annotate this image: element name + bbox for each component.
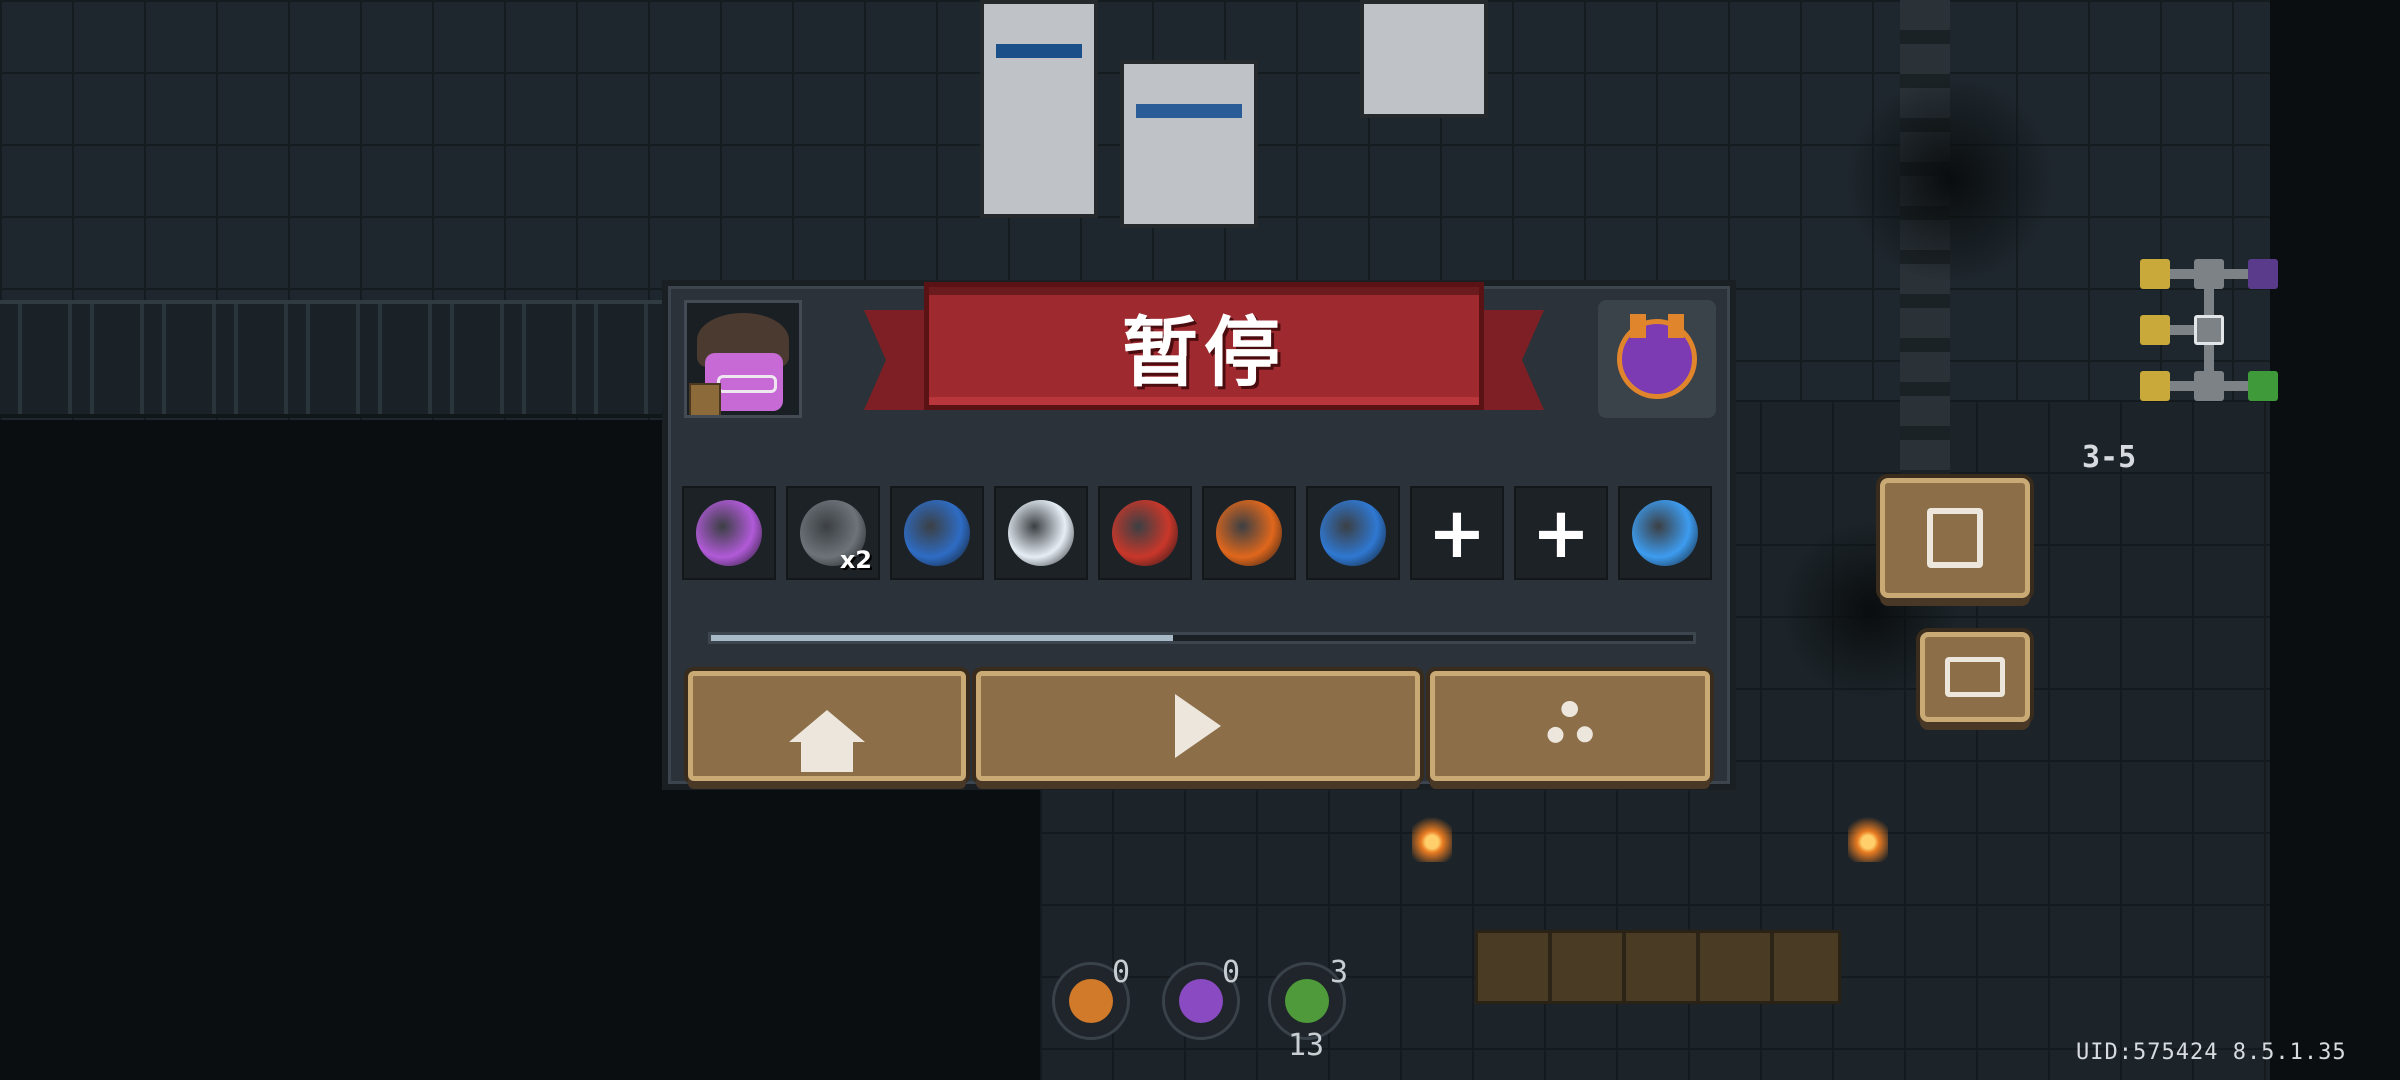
red-slash-icon — [1112, 500, 1178, 566]
torch-icon — [1848, 812, 1888, 862]
shield-shards-icon — [904, 500, 970, 566]
plus-icon: + — [1427, 492, 1487, 574]
skill-slot[interactable] — [1306, 486, 1400, 580]
rank-badge-icon — [689, 383, 721, 415]
level-progress-fill — [711, 635, 1173, 641]
armor-resource-count: 3 — [1330, 955, 1349, 990]
torch-icon — [1412, 812, 1452, 862]
level-label: 3-5 — [2082, 440, 2137, 475]
pause-button-row — [688, 671, 1710, 781]
skill-stack-count: x2 — [839, 546, 872, 574]
frost-shield-icon — [1008, 500, 1074, 566]
profile-card-button[interactable] — [1920, 632, 2030, 722]
skill-slot[interactable] — [890, 486, 984, 580]
skill-buff-row: x2 + + — [682, 486, 1712, 580]
skill-slot[interactable] — [1098, 486, 1192, 580]
pause-title: 暂停 — [1122, 308, 1286, 397]
gear-icon — [1545, 701, 1595, 751]
armor-resource-subcount: 13 — [1288, 1028, 1325, 1063]
bush-shadow — [1840, 80, 2060, 280]
mind-boost-icon — [1632, 500, 1698, 566]
play-icon — [1175, 694, 1221, 758]
level-progress-bar — [708, 632, 1696, 644]
home-icon — [789, 710, 865, 772]
aura-helmet-icon — [696, 500, 762, 566]
helmet-resource-count: 0 — [1222, 955, 1241, 990]
skill-slot[interactable] — [994, 486, 1088, 580]
dungeon-wall — [0, 300, 680, 418]
knight-sprite — [1360, 0, 1488, 118]
minimap[interactable] — [2140, 255, 2300, 415]
skill-slot[interactable] — [1202, 486, 1296, 580]
crate-row — [1475, 930, 1841, 1004]
pause-panel: 暂停 x2 + + — [662, 280, 1736, 790]
skill-slot[interactable] — [1618, 486, 1712, 580]
settings-button[interactable] — [1430, 671, 1710, 781]
skill-slot[interactable]: x2 — [786, 486, 880, 580]
resume-button[interactable] — [976, 671, 1420, 781]
empty-skill-slot[interactable]: + — [1410, 486, 1504, 580]
boss-demon-icon[interactable] — [1598, 300, 1716, 418]
hourglass-icon — [1320, 500, 1386, 566]
knight-sprite — [980, 0, 1098, 218]
notes-icon — [1927, 508, 1983, 568]
empty-skill-slot[interactable]: + — [1514, 486, 1608, 580]
home-button[interactable] — [688, 671, 966, 781]
title-banner: 暂停 — [864, 282, 1544, 426]
knight-sprite — [1120, 60, 1258, 228]
uid-version-label: UID:575424 8.5.1.35 — [2076, 1040, 2347, 1065]
fire-wave-icon — [1216, 500, 1282, 566]
profile-card-icon — [1945, 657, 2005, 697]
notes-button[interactable] — [1880, 478, 2030, 598]
fist-resource-count: 0 — [1112, 955, 1131, 990]
skill-slot[interactable] — [682, 486, 776, 580]
character-portrait[interactable] — [684, 300, 802, 418]
plus-icon: + — [1531, 492, 1591, 574]
